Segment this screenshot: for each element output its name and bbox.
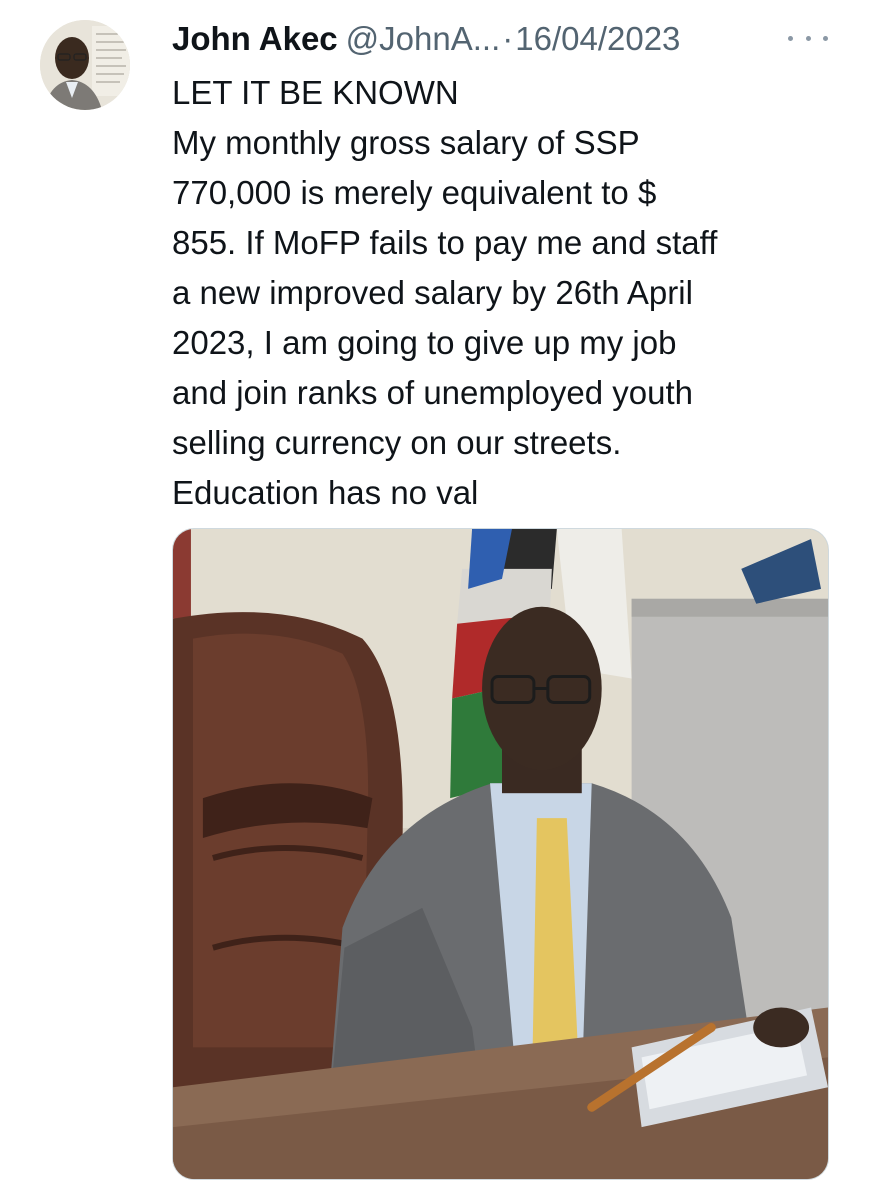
tweet-text-line: 855. If MoFP fails to pay me and staff — [172, 224, 718, 261]
tweet-text-line: 770,000 is merely equivalent to $ — [172, 174, 657, 211]
tweet-text: LET IT BE KNOWN My monthly gross salary … — [172, 68, 822, 518]
tweet-media-photo[interactable] — [172, 528, 829, 1180]
office-photo — [173, 529, 828, 1179]
tweet-text-line: 2023, I am going to give up my job — [172, 324, 677, 361]
author-handle[interactable]: @JohnA... — [346, 14, 501, 64]
author-display-name[interactable]: John Akec — [172, 14, 338, 64]
tweet-text-line: My monthly gross salary of SSP — [172, 124, 640, 161]
avatar-image — [40, 20, 130, 110]
tweet-date[interactable]: 16/04/2023 — [515, 14, 680, 64]
tweet-text-line: Education has no val — [172, 474, 479, 511]
tweet-header: John Akec @JohnA... · 16/04/2023 — [172, 14, 832, 64]
tweet-text-line: LET IT BE KNOWN — [172, 74, 459, 111]
tweet-text-line: selling currency on our streets. — [172, 424, 622, 461]
tweet-text-line: a new improved salary by 26th April — [172, 274, 693, 311]
avatar[interactable] — [40, 20, 130, 110]
tweet-text-line: and join ranks of unemployed youth — [172, 374, 694, 411]
tweet: John Akec @JohnA... · 16/04/2023 LET IT … — [0, 0, 870, 1200]
separator-dot: · — [502, 20, 514, 57]
more-horizontal-icon[interactable] — [788, 28, 828, 48]
